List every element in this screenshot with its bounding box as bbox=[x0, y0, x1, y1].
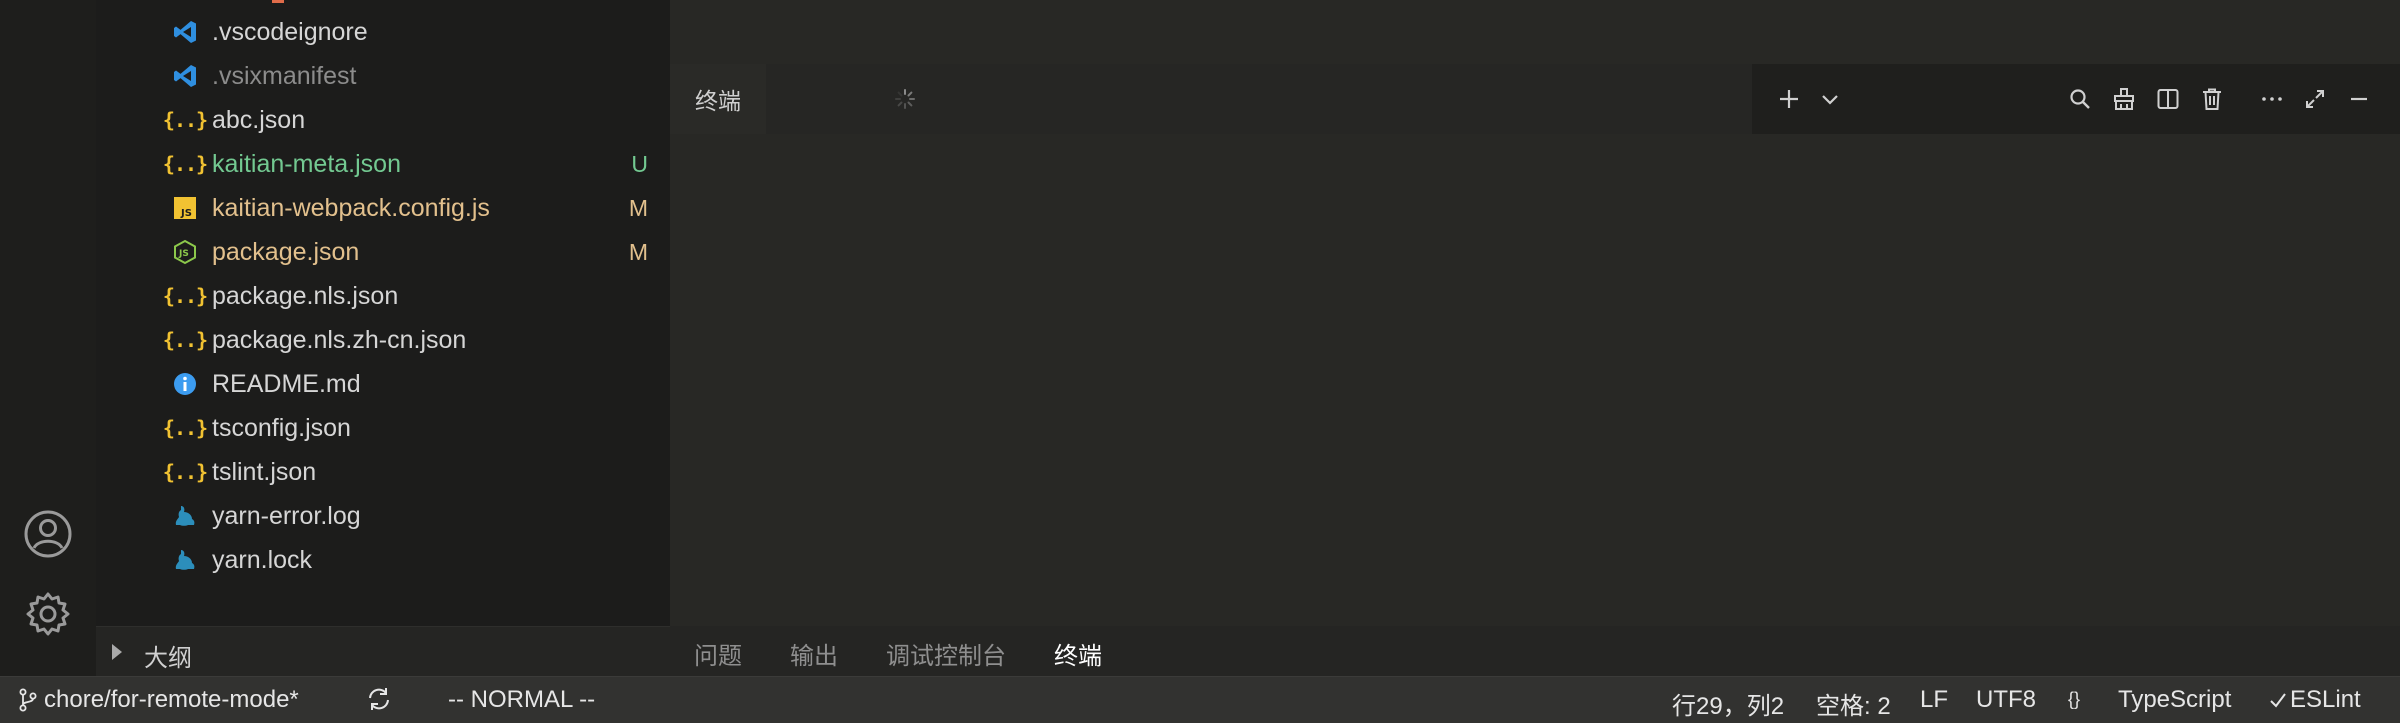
branch-status[interactable]: chore/for-remote-mode* bbox=[18, 686, 299, 714]
json-icon: {..} bbox=[162, 460, 208, 484]
eol-sequence[interactable]: LF bbox=[1920, 686, 1948, 714]
braces-icon: {} bbox=[2068, 689, 2081, 709]
file-item[interactable]: yarn.lock bbox=[96, 538, 670, 582]
terminal-tab-strip bbox=[766, 64, 1752, 134]
js-icon: JS bbox=[170, 193, 200, 223]
encoding[interactable]: UTF8 bbox=[1976, 686, 2036, 714]
vscode-icon bbox=[170, 17, 200, 47]
loading-spinner-icon bbox=[895, 89, 915, 109]
file-item[interactable]: JS package.json M bbox=[96, 230, 670, 274]
tab-output[interactable]: 输出 bbox=[790, 636, 838, 671]
activity-bar bbox=[0, 0, 96, 676]
nodejs-icon: JS bbox=[170, 237, 200, 267]
file-name: .vscodeignore bbox=[212, 17, 368, 46]
status-bar: chore/for-remote-mode* -- NORMAL -- 行29，… bbox=[0, 676, 2400, 723]
file-name: .vsixmanifest bbox=[212, 61, 357, 90]
file-name: abc.json bbox=[212, 105, 306, 134]
indentation-label: 空格: 2 bbox=[1816, 693, 1891, 720]
terminal-header: 终端 bbox=[670, 64, 2400, 134]
json-icon: {..} bbox=[162, 108, 208, 132]
file-name: package.nls.json bbox=[212, 281, 399, 310]
chevron-down-icon[interactable] bbox=[1813, 82, 1847, 116]
settings-gear-icon[interactable] bbox=[18, 584, 78, 644]
tab-terminal[interactable]: 终端 bbox=[1054, 636, 1102, 683]
accounts-icon[interactable] bbox=[18, 504, 78, 564]
branch-name: chore/for-remote-mode* bbox=[44, 686, 299, 713]
search-icon[interactable] bbox=[2063, 82, 2097, 116]
json-icon: {..} bbox=[162, 416, 208, 440]
cursor-position[interactable]: 行29，列2 bbox=[1672, 686, 1784, 721]
sync-icon bbox=[369, 688, 389, 710]
file-item[interactable]: {..} package.nls.json bbox=[96, 274, 670, 318]
panel-tab-bar: 问题 输出 调试控制台 终端 bbox=[670, 626, 2400, 683]
new-terminal-plus-icon[interactable] bbox=[1772, 82, 1806, 116]
file-item[interactable]: {..} tsconfig.json bbox=[96, 406, 670, 450]
partial-icon bbox=[272, 0, 284, 3]
yarn-icon bbox=[170, 501, 200, 531]
language-label: TypeScript bbox=[2118, 686, 2232, 713]
json-icon: {..} bbox=[162, 152, 208, 176]
yarn-icon bbox=[170, 545, 200, 575]
outline-section[interactable]: 大纲 bbox=[96, 626, 670, 677]
svg-text:JS: JS bbox=[180, 208, 192, 219]
tab-debug-console[interactable]: 调试控制台 bbox=[886, 636, 1006, 671]
file-name: yarn.lock bbox=[212, 545, 313, 574]
chevron-right-icon bbox=[112, 644, 122, 660]
terminal-tab-label: 终端 bbox=[695, 88, 741, 114]
info-icon bbox=[170, 369, 200, 399]
language-braces[interactable]: {} bbox=[2068, 689, 2080, 710]
file-name: tsconfig.json bbox=[212, 413, 351, 442]
minimize-panel-icon[interactable] bbox=[2342, 82, 2376, 116]
file-item[interactable]: README.md bbox=[96, 362, 670, 406]
json-icon: {..} bbox=[162, 284, 208, 308]
maximize-panel-icon[interactable] bbox=[2298, 82, 2332, 116]
tab-problems[interactable]: 问题 bbox=[694, 636, 742, 671]
explorer-panel: .vscodeignore .vsixmanifest {..} abc.json {.… bbox=[96, 0, 670, 676]
cursor-position-label: 行29，列2 bbox=[1672, 693, 1785, 720]
file-item[interactable]: .vsixmanifest bbox=[96, 54, 670, 98]
outline-label: 大纲 bbox=[144, 645, 192, 672]
sync-button[interactable] bbox=[366, 686, 392, 712]
file-name: kaitian-meta.json bbox=[212, 149, 401, 178]
check-icon bbox=[2270, 693, 2286, 708]
file-item[interactable]: JS kaitian-webpack.config.js M bbox=[96, 186, 670, 230]
vscode-icon bbox=[170, 61, 200, 91]
file-item[interactable]: .vscodeignore bbox=[96, 10, 670, 54]
vim-mode-label: -- NORMAL -- bbox=[448, 686, 596, 713]
file-item[interactable]: {..} kaitian-meta.json U bbox=[96, 142, 670, 186]
file-name: tslint.json bbox=[212, 457, 317, 486]
eslint-label: ESLint bbox=[2290, 686, 2361, 713]
file-item[interactable]: {..} package.nls.zh-cn.json bbox=[96, 318, 670, 362]
file-item[interactable]: yarn-error.log bbox=[96, 494, 670, 538]
split-terminal-icon[interactable] bbox=[2151, 82, 2185, 116]
git-status-badge: M bbox=[628, 238, 648, 265]
file-item[interactable]: {..} tslint.json bbox=[96, 450, 670, 494]
language-mode[interactable]: TypeScript bbox=[2118, 686, 2231, 714]
vim-mode: -- NORMAL -- bbox=[448, 686, 595, 714]
file-name: package.json bbox=[212, 237, 360, 266]
terminal-tab[interactable]: 终端 bbox=[670, 64, 766, 134]
trash-icon[interactable] bbox=[2195, 82, 2229, 116]
clear-broom-icon[interactable] bbox=[2107, 82, 2141, 116]
json-icon: {..} bbox=[162, 328, 208, 352]
more-actions-icon[interactable] bbox=[2255, 82, 2289, 116]
file-item[interactable]: {..} abc.json bbox=[96, 98, 670, 142]
file-name: README.md bbox=[212, 369, 361, 398]
eslint-status[interactable]: ESLint bbox=[2268, 686, 2361, 714]
eol-label: LF bbox=[1920, 686, 1949, 713]
file-name: package.nls.zh-cn.json bbox=[212, 325, 467, 354]
file-name: yarn-error.log bbox=[212, 501, 361, 530]
indentation[interactable]: 空格: 2 bbox=[1816, 686, 1891, 721]
git-status-badge: U bbox=[631, 150, 648, 177]
encoding-label: UTF8 bbox=[1976, 686, 2036, 713]
git-status-badge: M bbox=[628, 194, 648, 221]
git-branch-icon bbox=[19, 688, 37, 712]
file-name: kaitian-webpack.config.js bbox=[212, 193, 490, 222]
svg-text:JS: JS bbox=[178, 249, 189, 259]
